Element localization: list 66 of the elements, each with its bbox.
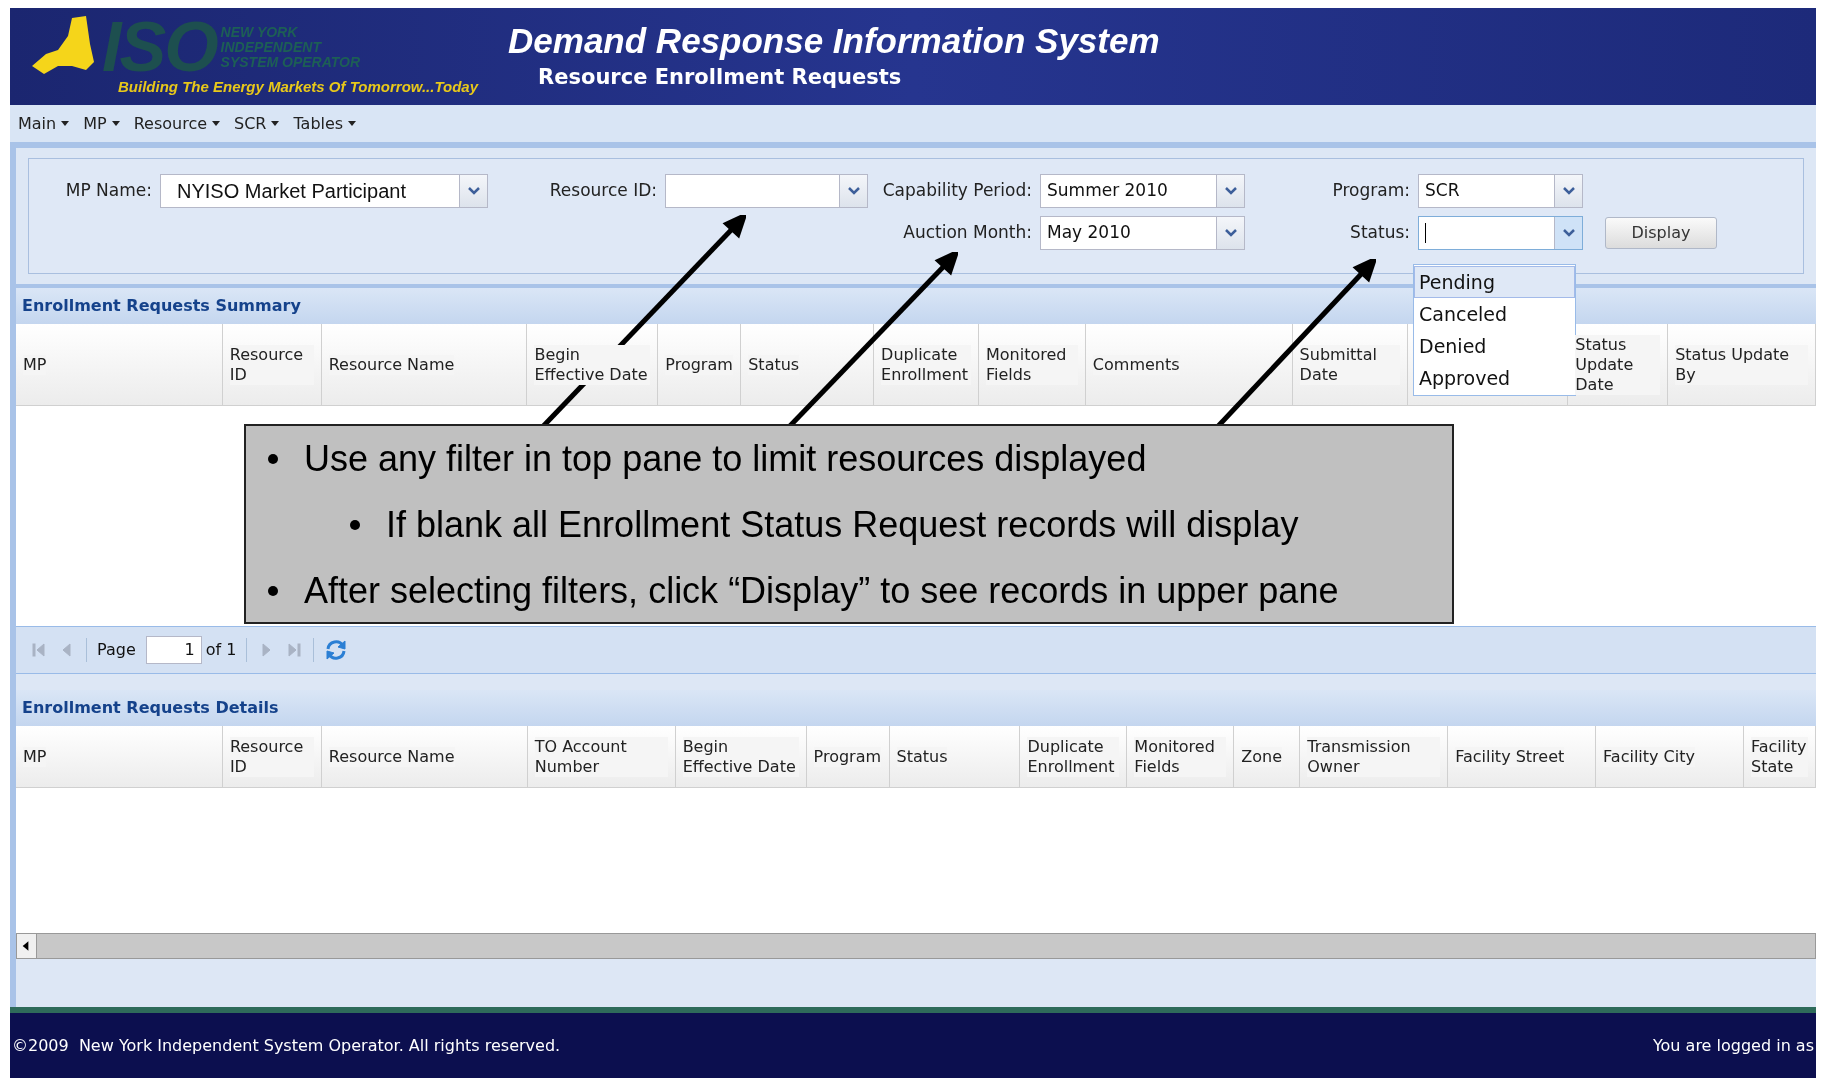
combo-field[interactable] bbox=[1418, 216, 1583, 250]
page-count: of 1 bbox=[205, 639, 237, 661]
column-header[interactable]: Resource ID bbox=[229, 736, 314, 777]
dropdown-option[interactable]: Canceled bbox=[1414, 298, 1575, 330]
copyright-text: ©2009 New York Independent System Operator. All rights reserved. bbox=[12, 1034, 561, 1057]
combo-field[interactable]: May 2010 bbox=[1040, 216, 1245, 250]
column-header[interactable]: Monitored Fields bbox=[1134, 736, 1227, 777]
page-number-field[interactable]: 1 bbox=[145, 636, 202, 664]
dropdown-option[interactable]: Denied bbox=[1414, 330, 1575, 362]
menu-item[interactable]: SCR bbox=[234, 111, 280, 136]
column-header[interactable]: Duplicate Enrollment bbox=[881, 344, 971, 385]
column-header[interactable]: Duplicate Enrollment bbox=[1027, 736, 1120, 777]
field-label: MP Name: bbox=[64, 179, 152, 203]
menu-item[interactable]: Tables bbox=[293, 111, 357, 136]
login-status: You are logged in as bbox=[1652, 1034, 1814, 1057]
panel-title: Enrollment Requests Summary bbox=[22, 295, 301, 317]
bullet-icon bbox=[268, 454, 278, 464]
column-header[interactable]: Facility State bbox=[1751, 736, 1808, 777]
field-label: Capability Period: bbox=[881, 179, 1032, 203]
logo-tagline: Building The Energy Markets Of Tomorrow...Today bbox=[118, 77, 479, 98]
bullet-icon bbox=[268, 586, 278, 596]
callout-text: After selecting filters, click “Display” to see records in upper pane bbox=[304, 569, 1339, 613]
dropdown-option[interactable]: Pending bbox=[1414, 266, 1575, 298]
chevron-down-icon bbox=[1224, 229, 1237, 237]
refresh-icon[interactable] bbox=[324, 639, 349, 661]
column-header[interactable]: Begin Effective Date bbox=[682, 736, 799, 777]
chevron-down-icon bbox=[1224, 187, 1237, 195]
panel-title: Enrollment Requests Details bbox=[22, 697, 279, 719]
column-header[interactable]: Resource ID bbox=[229, 344, 314, 385]
combo-field[interactable]: Summer 2010 bbox=[1040, 174, 1245, 208]
page-subtitle: Resource Enrollment Requests bbox=[538, 63, 903, 91]
column-header[interactable]: TO Account Number bbox=[534, 736, 668, 777]
field-label: Resource ID: bbox=[548, 179, 657, 203]
callout-text: Use any filter in top pane to limit resources displayed bbox=[304, 437, 1147, 481]
caret-icon bbox=[111, 121, 120, 126]
column-header[interactable]: Submittal Date bbox=[1299, 344, 1401, 385]
combo-field[interactable] bbox=[665, 174, 868, 208]
menu-item[interactable]: MP bbox=[83, 111, 120, 136]
column-header[interactable]: Status Update Date bbox=[1575, 334, 1661, 395]
menu-item[interactable]: Resource bbox=[133, 111, 221, 136]
chevron-down-icon bbox=[1562, 229, 1575, 237]
scroll-left-icon[interactable] bbox=[17, 934, 37, 958]
bullet-icon bbox=[350, 520, 360, 530]
caret-icon bbox=[212, 121, 221, 126]
chevron-down-icon bbox=[847, 187, 860, 195]
caret-icon bbox=[348, 121, 357, 126]
chevron-down-icon bbox=[1562, 187, 1575, 195]
display-button[interactable]: Display bbox=[1605, 217, 1717, 249]
column-header[interactable]: Begin Effective Date bbox=[534, 344, 651, 385]
menu-item[interactable]: Main bbox=[18, 111, 70, 136]
combo-field[interactable]: NYISO Market Participant bbox=[160, 174, 488, 208]
column-header[interactable]: Status Update By bbox=[1675, 344, 1808, 385]
page-label: Page bbox=[97, 639, 136, 661]
caret-icon bbox=[61, 121, 70, 126]
dropdown-option[interactable]: Approved bbox=[1414, 362, 1575, 394]
combo-field[interactable]: SCR bbox=[1418, 174, 1583, 208]
horizontal-scrollbar[interactable] bbox=[16, 933, 1816, 959]
field-label: Status: bbox=[1349, 221, 1410, 245]
caret-icon bbox=[271, 121, 280, 126]
column-header[interactable]: Transmission Owner bbox=[1307, 736, 1441, 777]
app-title: Demand Response Information System bbox=[508, 19, 1160, 62]
callout-text: If blank all Enrollment Status Request records will display bbox=[386, 503, 1299, 547]
chevron-down-icon bbox=[467, 187, 480, 195]
field-label: Program: bbox=[1331, 179, 1410, 203]
field-label: Auction Month: bbox=[902, 221, 1032, 245]
column-header[interactable]: Monitored Fields bbox=[985, 344, 1078, 385]
